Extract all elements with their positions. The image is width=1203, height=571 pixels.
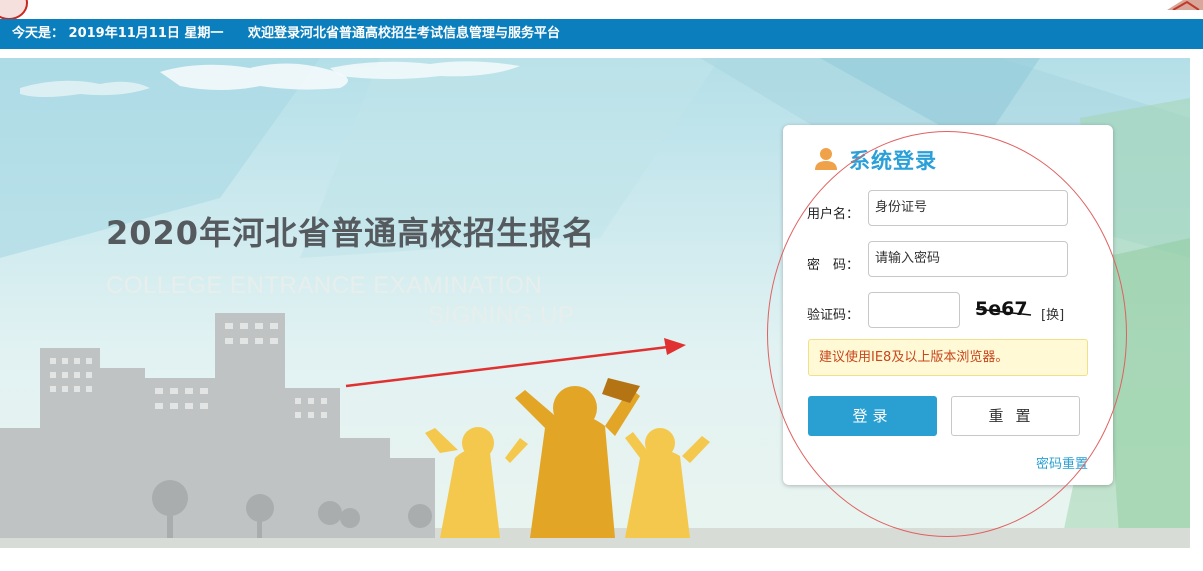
login-panel: 系统登录 用户名： 身份证号 密 码： 请输入密码 验证码： 5e67 [换] …	[783, 125, 1113, 485]
login-button[interactable]: 登录	[808, 396, 937, 436]
login-title: 系统登录	[849, 149, 937, 173]
change-captcha-link[interactable]: [换]	[1041, 304, 1064, 323]
banner-headline: 2020年河北省普通高校招生报名	[106, 214, 596, 252]
current-date: 今天是： 2019年11月11日 星期一	[12, 26, 224, 41]
password-reset-link[interactable]: 密码重置	[1036, 453, 1088, 472]
reset-button[interactable]: 重置	[951, 396, 1080, 436]
username-label: 用户名：	[807, 207, 860, 222]
captcha-input[interactable]	[868, 292, 960, 328]
username-input[interactable]: 身份证号	[868, 190, 1068, 226]
password-label: 密 码：	[807, 258, 860, 273]
banner-subtitle-line2: SIGNING UP	[428, 302, 575, 329]
logo-right	[1167, 0, 1203, 10]
top-strip	[0, 0, 1203, 20]
page-scrollbar[interactable]	[1190, 58, 1203, 548]
captcha-label: 验证码：	[807, 308, 860, 323]
banner-subtitle-line1: COLLEGE ENTRANCE EXAMINATION	[106, 272, 543, 299]
browser-notice: 建议使用IE8及以上版本浏览器。	[808, 339, 1088, 376]
logo-left	[0, 0, 28, 20]
user-icon	[815, 148, 837, 170]
info-bar: 今天是： 2019年11月11日 星期一 欢迎登录河北省普通高校招生考试信息管理…	[0, 19, 1203, 49]
password-input[interactable]: 请输入密码	[868, 241, 1068, 277]
captcha-image[interactable]: 5e67	[973, 295, 1033, 321]
welcome-text: 欢迎登录河北省普通高校招生考试信息管理与服务平台	[248, 26, 561, 41]
